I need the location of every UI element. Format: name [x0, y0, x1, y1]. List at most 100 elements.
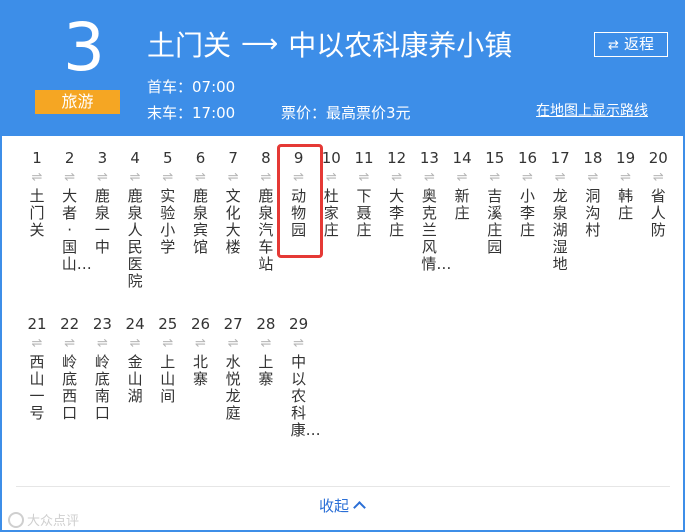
stop-item[interactable]: 27 ⇌ 水悦龙庭 [218, 314, 248, 422]
stop-item[interactable]: 6 ⇌ 鹿泉宾馆 [186, 148, 216, 256]
stop-item[interactable]: 26 ⇌ 北寨 [186, 314, 216, 388]
stop-item[interactable]: 21 ⇌ 西山一号 [22, 314, 52, 422]
stop-name: 韩庄 [618, 187, 634, 222]
stop-item[interactable]: 4 ⇌ 鹿泉人民医院 [120, 148, 150, 290]
stop-number: 22 [60, 315, 80, 333]
bidirectional-arrow-icon: ⇌ [587, 170, 599, 185]
stop-number: 25 [158, 315, 178, 333]
stop-item[interactable]: 5 ⇌ 实验小学 [153, 148, 183, 256]
bidirectional-arrow-icon: ⇌ [195, 170, 206, 185]
stop-number: 29 [289, 315, 309, 333]
route-type-badge: 旅游 [35, 90, 120, 114]
stop-item[interactable]: 23 ⇌ 岭底南口 [87, 314, 117, 422]
stop-number: 1 [32, 149, 42, 167]
stop-number: 20 [648, 149, 668, 167]
stop-item[interactable]: 24 ⇌ 金山湖 [120, 314, 150, 405]
stop-item[interactable]: 28 ⇌ 上寨 [251, 314, 281, 388]
show-route-on-map-link[interactable]: 在地图上显示路线 [536, 100, 648, 120]
terminal-stop: 中以农科康养小镇 [288, 29, 513, 62]
stop-number: 4 [130, 149, 140, 167]
stop-number: 27 [223, 315, 243, 333]
stop-number: 11 [354, 149, 374, 167]
stop-item[interactable]: 11 ⇌ 下聂庄 [349, 148, 379, 239]
stop-number: 10 [321, 149, 341, 167]
stop-name: 金山湖 [127, 353, 143, 405]
bidirectional-arrow-icon: ⇌ [522, 170, 533, 185]
bidirectional-arrow-icon: ⇌ [64, 336, 76, 351]
stop-name: 岭底南口 [94, 353, 110, 422]
bidirectional-arrow-icon: ⇌ [31, 170, 43, 185]
first-bus-time: 首车：07:00 [147, 78, 236, 96]
stop-number: 15 [485, 149, 505, 167]
stop-item[interactable]: 29 ⇌ 中以农科康… [284, 314, 321, 439]
stop-item[interactable]: 16 ⇌ 小李庄 [513, 148, 543, 239]
stop-number: 24 [125, 315, 145, 333]
stop-name: 龙泉湖湿地 [552, 187, 568, 273]
stop-item[interactable]: 14 ⇌ 新庄 [447, 148, 477, 222]
stop-number: 19 [616, 149, 636, 167]
stop-name: 动物园 [291, 187, 307, 239]
origin-stop: 土门关 [147, 29, 232, 62]
stop-item[interactable]: 2 ⇌ 大者·国山… [55, 148, 92, 273]
bidirectional-arrow-icon: ⇌ [31, 336, 43, 351]
bidirectional-arrow-icon: ⇌ [129, 170, 141, 185]
bidirectional-arrow-icon: ⇌ [195, 336, 206, 351]
return-trip-label: 返程 [623, 35, 654, 53]
stop-number: 3 [97, 149, 108, 167]
stop-name: 上山间 [160, 353, 176, 405]
direction-arrow-icon: ⟶ [241, 29, 279, 59]
bidirectional-arrow-icon: ⇌ [129, 336, 141, 351]
stop-name: 岭底西口 [62, 353, 78, 422]
stop-name: 上寨 [258, 353, 274, 388]
watermark-text: 大众点评 [27, 514, 80, 529]
bidirectional-arrow-icon: ⇌ [227, 336, 239, 351]
bidirectional-arrow-icon: ⇌ [358, 170, 370, 185]
bidirectional-arrow-icon: ⇌ [260, 336, 272, 351]
stop-number: 7 [228, 149, 238, 167]
stop-item[interactable]: 12 ⇌ 大李庄 [382, 148, 412, 239]
stop-name: 杜家庄 [323, 187, 339, 239]
chevron-up-icon [353, 501, 366, 514]
return-trip-button[interactable]: ⇄ 返程 [594, 32, 668, 57]
stop-item[interactable]: 1 ⇌ 土门关 [22, 148, 52, 239]
stop-name: 大李庄 [389, 187, 405, 239]
stop-item[interactable]: 19 ⇌ 韩庄 [611, 148, 641, 222]
bidirectional-arrow-icon: ⇌ [489, 170, 501, 185]
stop-name: 鹿泉汽车站 [258, 187, 274, 273]
stop-item[interactable]: 9 ⇌ 动物园 [276, 144, 323, 258]
stop-item[interactable]: 7 ⇌ 文化大楼 [218, 148, 248, 256]
bidirectional-arrow-icon: ⇌ [227, 170, 239, 185]
stop-number: 5 [163, 149, 173, 167]
stop-item[interactable]: 15 ⇌ 吉溪庄园 [480, 148, 510, 256]
route-number: 3 [63, 9, 105, 86]
stop-number: 17 [550, 149, 570, 167]
stop-number: 13 [419, 149, 439, 167]
bidirectional-arrow-icon: ⇌ [652, 170, 664, 185]
stop-number: 18 [583, 149, 603, 167]
bidirectional-arrow-icon: ⇌ [325, 170, 337, 185]
collapse-label: 收起 [319, 497, 350, 515]
stop-item[interactable]: 22 ⇌ 岭底西口 [55, 314, 85, 422]
route-direction: 土门关 ⟶ 中以农科康养小镇 [147, 24, 512, 64]
stop-item[interactable]: 18 ⇌ 洞沟村 [578, 148, 608, 239]
bidirectional-arrow-icon: ⇌ [96, 170, 108, 185]
stop-name: 省人防 [650, 187, 666, 239]
bus-route-panel: 3 旅游 土门关 ⟶ 中以农科康养小镇 ⇄ 返程 首车：07:00 末车：17:0… [0, 0, 685, 532]
stop-item[interactable]: 3 ⇌ 鹿泉一中 [87, 148, 117, 256]
bidirectional-arrow-icon: ⇌ [293, 170, 305, 185]
bidirectional-arrow-icon: ⇌ [554, 170, 566, 185]
stop-item[interactable]: 13 ⇌ 奥克兰风情… [414, 148, 452, 273]
stop-number: 9 [293, 149, 304, 167]
stop-name: 鹿泉一中 [94, 187, 110, 256]
stop-name: 北寨 [192, 353, 208, 388]
stop-name: 实验小学 [160, 187, 176, 256]
stop-item[interactable]: 25 ⇌ 上山间 [153, 314, 183, 405]
collapse-button[interactable]: 收起 [319, 495, 366, 516]
stop-name: 文化大楼 [225, 187, 241, 256]
stop-item[interactable]: 10 ⇌ 杜家庄 [316, 148, 346, 239]
stop-item[interactable]: 17 ⇌ 龙泉湖湿地 [545, 148, 575, 273]
stop-number: 21 [27, 315, 47, 333]
stop-item[interactable]: 20 ⇌ 省人防 [643, 148, 673, 239]
bidirectional-arrow-icon: ⇌ [64, 170, 76, 185]
stop-name: 下聂庄 [356, 187, 372, 239]
